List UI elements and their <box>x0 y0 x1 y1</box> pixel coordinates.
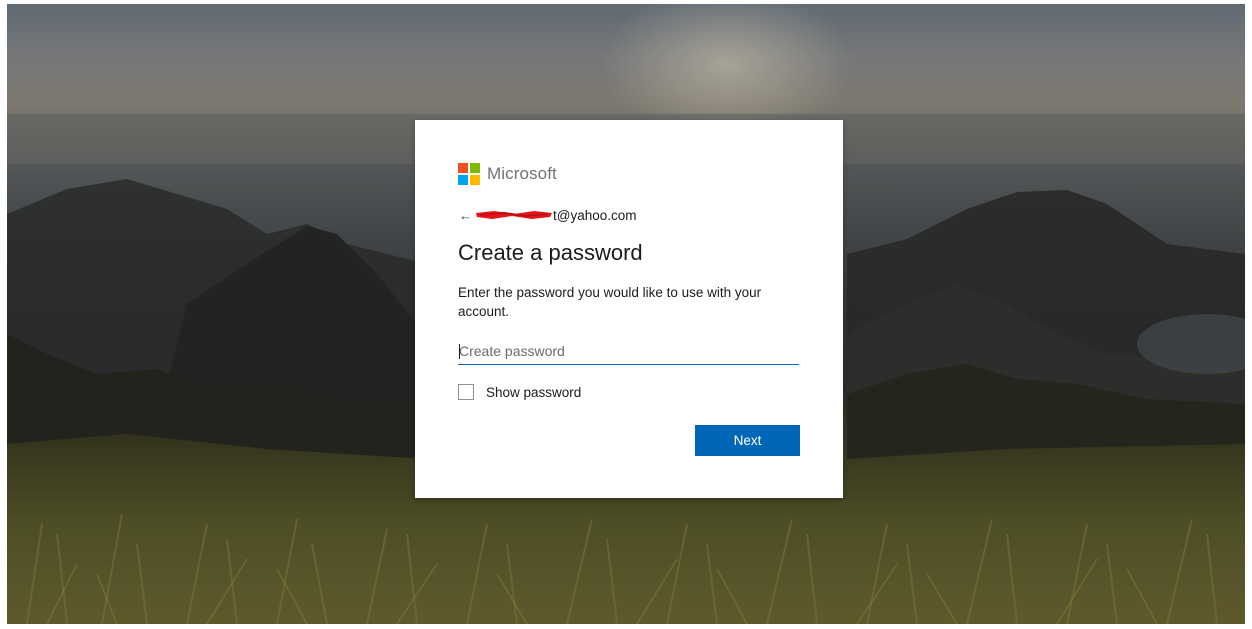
redaction-mark <box>474 209 554 221</box>
page-title: Create a password <box>458 240 643 265</box>
text-cursor <box>459 344 460 359</box>
microsoft-brand: Microsoft <box>458 163 557 185</box>
show-password-toggle[interactable]: Show password <box>458 383 581 401</box>
instruction-text: Enter the password you would like to use… <box>458 285 762 319</box>
microsoft-logo-icon <box>458 163 480 185</box>
identity-banner: ← t@yahoo.com <box>459 206 637 224</box>
sign-in-card: Microsoft ← t@yahoo.com Create a passwor… <box>415 120 843 498</box>
brand-name: Microsoft <box>487 164 557 183</box>
email-address: t@yahoo.com <box>553 207 637 223</box>
show-password-checkbox[interactable] <box>458 384 474 400</box>
next-button[interactable]: Next <box>695 425 800 456</box>
show-password-label: Show password <box>486 384 582 400</box>
back-arrow-icon[interactable]: ← <box>459 208 472 223</box>
create-password-input[interactable] <box>458 338 799 365</box>
